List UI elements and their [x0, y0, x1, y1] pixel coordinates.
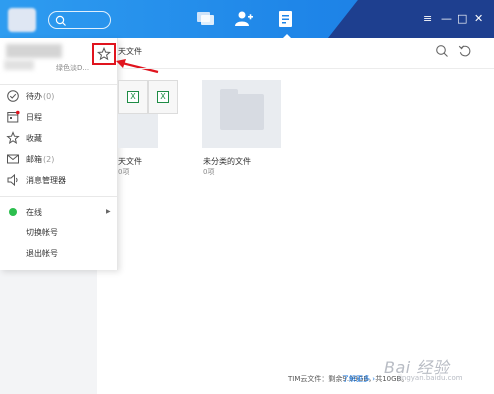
minimize-button[interactable]: —	[441, 13, 452, 25]
menu-item-label: 邮箱	[26, 154, 42, 164]
refresh-icon[interactable]	[458, 44, 472, 60]
folder-icon	[220, 89, 264, 130]
divider	[0, 84, 117, 85]
page-title: 天文件	[118, 47, 142, 56]
status-label: 在线	[26, 207, 42, 217]
maximize-button[interactable]: □	[457, 13, 467, 25]
calendar-icon	[6, 110, 20, 124]
menu-item-todo[interactable]: 待办 (0)	[6, 89, 54, 103]
divider	[118, 68, 494, 69]
star-icon	[97, 47, 111, 61]
folder-thumbnail[interactable]	[202, 80, 281, 148]
files-icon[interactable]	[277, 10, 297, 38]
menu-item-count: (2)	[43, 154, 55, 164]
sidebar-background	[0, 270, 97, 394]
message-icon[interactable]	[196, 10, 216, 30]
folder-count: 0项	[203, 168, 215, 176]
menu-item-message-manager[interactable]: 消息管理器	[6, 173, 67, 187]
favorite-star-button[interactable]	[92, 43, 116, 65]
menu-icon[interactable]: ≡	[423, 13, 432, 25]
menu-item-label: 日程	[26, 112, 42, 122]
search-icon	[55, 15, 66, 26]
menu-item-label: 收藏	[26, 133, 42, 143]
excel-icon: X	[127, 91, 139, 103]
close-button[interactable]: ✕	[474, 13, 483, 25]
menu-item-label: 待办	[26, 91, 42, 101]
online-status-dot-icon	[6, 205, 20, 219]
search-box[interactable]	[48, 11, 111, 29]
search-icon[interactable]	[435, 44, 449, 60]
folder-count: 0项	[118, 168, 130, 176]
logout-item[interactable]: 退出帐号	[26, 248, 58, 259]
profile-signature[interactable]: 绿色淡D...	[56, 63, 89, 73]
menu-item-schedule[interactable]: 日程	[6, 110, 43, 124]
profile-id-blurred	[4, 60, 34, 70]
menu-item-count: (0)	[43, 91, 55, 101]
check-circle-icon	[6, 89, 20, 103]
folder-name[interactable]: 天文件	[118, 156, 142, 167]
learn-more-link[interactable]: 了解更多 ›	[342, 374, 375, 384]
profile-name-blurred	[6, 44, 62, 58]
menu-item-online-status[interactable]: 在线	[6, 205, 42, 219]
avatar[interactable]	[8, 8, 36, 32]
menu-item-favorites[interactable]: 收藏	[6, 131, 43, 145]
submenu-arrow-icon: ▶	[106, 208, 111, 215]
folder-name[interactable]: 未分类的文件	[203, 156, 251, 167]
switch-account-item[interactable]: 切换帐号	[26, 227, 58, 238]
menu-item-mailbox[interactable]: 邮箱 (2)	[6, 152, 54, 166]
annotation-arrow	[116, 59, 159, 74]
excel-icon: X	[157, 91, 169, 103]
watermark-url: jingyan.baidu.com	[398, 374, 463, 382]
divider	[0, 196, 117, 197]
mail-icon	[6, 152, 20, 166]
menu-item-label: 消息管理器	[26, 175, 66, 185]
contacts-icon[interactable]	[234, 10, 254, 30]
star-icon	[6, 131, 20, 145]
folder-thumbnail-stack: X	[144, 80, 179, 148]
speaker-icon	[6, 173, 20, 187]
